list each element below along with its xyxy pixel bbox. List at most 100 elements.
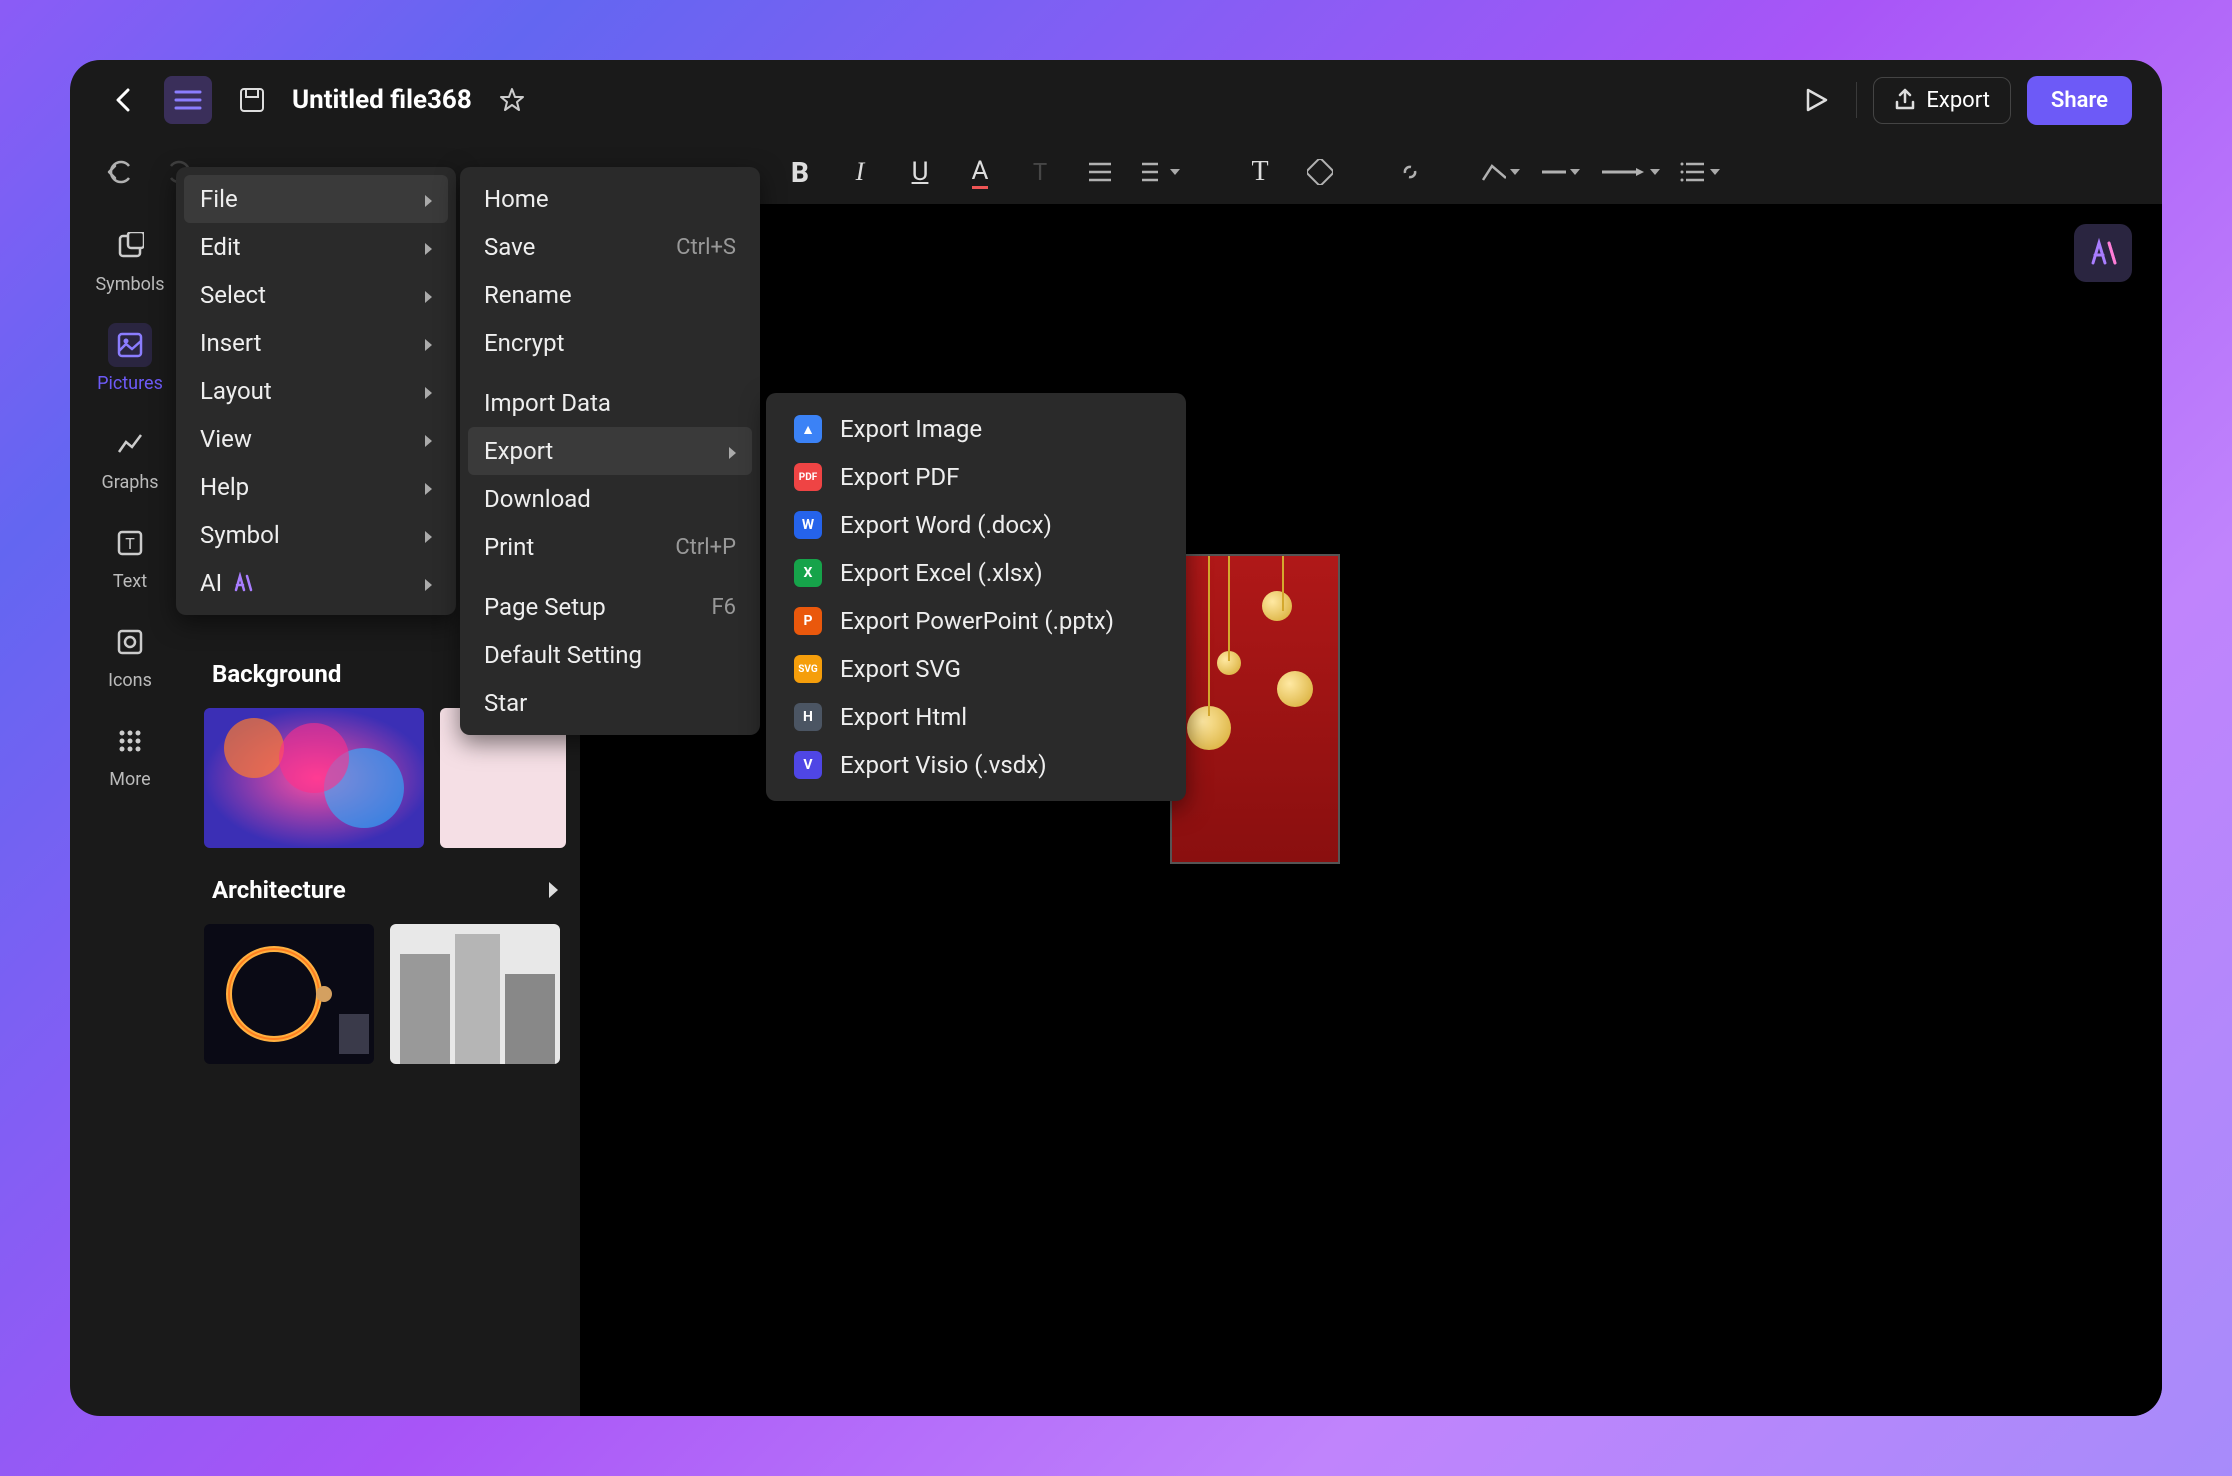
format-icon: H [794, 703, 822, 731]
text-icon: T [116, 529, 144, 557]
architecture-thumb-1[interactable] [204, 924, 374, 1064]
menu-symbol[interactable]: Symbol [184, 511, 448, 559]
chevron-right-icon [549, 876, 558, 904]
symbols-icon [116, 232, 144, 260]
undo-button[interactable] [100, 152, 140, 192]
chevron-right-icon [425, 569, 432, 597]
background-thumb-1[interactable] [204, 708, 424, 848]
menu-export-option[interactable]: PExport PowerPoint (.pptx) [778, 597, 1174, 645]
sidebar-item-symbols[interactable]: Symbols [95, 224, 164, 295]
list-style-button[interactable] [1680, 152, 1720, 192]
menu-export-label: Export Visio (.vsdx) [840, 751, 1047, 779]
clear-format-button[interactable]: T [1020, 152, 1060, 192]
menu-file[interactable]: File [184, 175, 448, 223]
connector-button[interactable] [1480, 152, 1520, 192]
export-submenu: ▲ Export Image PDF Export PDF W Export Word (… [766, 393, 1186, 801]
menu-insert[interactable]: Insert [184, 319, 448, 367]
document-title[interactable]: Untitled file368 [292, 85, 472, 115]
menu-file-star[interactable]: Star [468, 679, 752, 727]
hamburger-icon [174, 89, 202, 111]
text-tool-button[interactable]: T [1240, 152, 1280, 192]
menu-file-encrypt[interactable]: Encrypt [468, 319, 752, 367]
menu-export-option[interactable]: V Export Visio (.vsdx) [778, 741, 1174, 789]
menu-select[interactable]: Select [184, 271, 448, 319]
sidebar-item-text[interactable]: T Text [108, 521, 152, 592]
format-icon: PDF [794, 463, 822, 491]
link-tool-button[interactable] [1390, 152, 1430, 192]
ai-assistant-button[interactable] [2074, 224, 2132, 282]
menu-export-option[interactable]: X Export Excel (.xlsx) [778, 549, 1174, 597]
hamburger-menu-button[interactable] [164, 76, 212, 124]
save-icon-button[interactable] [228, 76, 276, 124]
chevron-right-icon [729, 437, 736, 465]
menu-export-option[interactable]: H Export Html [778, 693, 1174, 741]
sidebar-item-icons[interactable]: Icons [108, 620, 152, 691]
menu-export-option[interactable]: SVG Export SVG [778, 645, 1174, 693]
chevron-right-icon [425, 377, 432, 405]
shape-tool-button[interactable] [1300, 152, 1340, 192]
favorite-button[interactable] [488, 76, 536, 124]
architecture-thumb-2[interactable] [390, 924, 560, 1064]
menu-export-label: Export SVG [840, 655, 961, 683]
italic-button[interactable]: I [840, 152, 880, 192]
panel-section-architecture[interactable]: Architecture [204, 870, 566, 910]
format-icon: ▲ [794, 415, 822, 443]
menu-layout[interactable]: Layout [184, 367, 448, 415]
menu-export-label: Export Image [840, 415, 982, 443]
app-window: Untitled file368 Export Share B I U A T … [70, 60, 2162, 1416]
chevron-right-icon [425, 521, 432, 549]
menu-export-option[interactable]: W Export Word (.docx) [778, 501, 1174, 549]
menu-view[interactable]: View [184, 415, 448, 463]
bold-button[interactable]: B [780, 152, 820, 192]
star-icon [498, 86, 526, 114]
menu-file-export[interactable]: Export [468, 427, 752, 475]
format-icon: V [794, 751, 822, 779]
menu-help[interactable]: Help [184, 463, 448, 511]
export-button[interactable]: Export [1873, 77, 2011, 124]
menu-export-label: Export Word (.docx) [840, 511, 1052, 539]
line-style-button[interactable] [1540, 152, 1580, 192]
menu-file-save[interactable]: SaveCtrl+S [468, 223, 752, 271]
menu-ai[interactable]: AI [184, 559, 448, 607]
format-icon: P [794, 607, 822, 635]
ai-icon [2087, 237, 2119, 269]
menu-file-pagesetup[interactable]: Page SetupF6 [468, 583, 752, 631]
menu-file-default[interactable]: Default Setting [468, 631, 752, 679]
menu-edit[interactable]: Edit [184, 223, 448, 271]
menu-file-home[interactable]: Home [468, 175, 752, 223]
menu-file-import[interactable]: Import Data [468, 379, 752, 427]
align-button[interactable] [1080, 152, 1120, 192]
canvas-area[interactable] [580, 204, 2162, 1416]
pictures-icon [116, 331, 144, 359]
underline-button[interactable]: U [900, 152, 940, 192]
file-submenu: Home SaveCtrl+S Rename Encrypt Import Da… [460, 167, 760, 735]
format-icon: X [794, 559, 822, 587]
ai-icon [232, 572, 254, 594]
menu-file-print[interactable]: PrintCtrl+P [468, 523, 752, 571]
menu-export-label: Export Html [840, 703, 967, 731]
sidebar-item-pictures[interactable]: Pictures [97, 323, 163, 394]
menu-export-option[interactable]: PDF Export PDF [778, 453, 1174, 501]
canvas-image-red[interactable] [1170, 554, 1340, 864]
menu-export-label: Export Excel (.xlsx) [840, 559, 1043, 587]
share-button[interactable]: Share [2027, 76, 2132, 125]
sidebar-item-graphs[interactable]: Graphs [101, 422, 158, 493]
format-icon: W [794, 511, 822, 539]
titlebar: Untitled file368 Export Share [70, 60, 2162, 140]
menu-file-rename[interactable]: Rename [468, 271, 752, 319]
chevron-right-icon [425, 185, 432, 213]
format-icon: SVG [794, 655, 822, 683]
left-sidebar: Symbols Pictures Graphs T Text Icons Mor… [70, 204, 190, 1416]
play-button[interactable] [1792, 76, 1840, 124]
line-spacing-button[interactable] [1140, 152, 1180, 192]
arrow-style-button[interactable] [1600, 152, 1660, 192]
font-color-button[interactable]: A [960, 152, 1000, 192]
menu-export-option[interactable]: ▲ Export Image [778, 405, 1174, 453]
sidebar-item-more[interactable]: More [108, 719, 152, 790]
svg-text:T: T [125, 534, 135, 553]
chevron-right-icon [425, 329, 432, 357]
menu-file-download[interactable]: Download [468, 475, 752, 523]
menu-export-label: Export PDF [840, 463, 959, 491]
save-icon [238, 86, 266, 114]
back-button[interactable] [100, 76, 148, 124]
